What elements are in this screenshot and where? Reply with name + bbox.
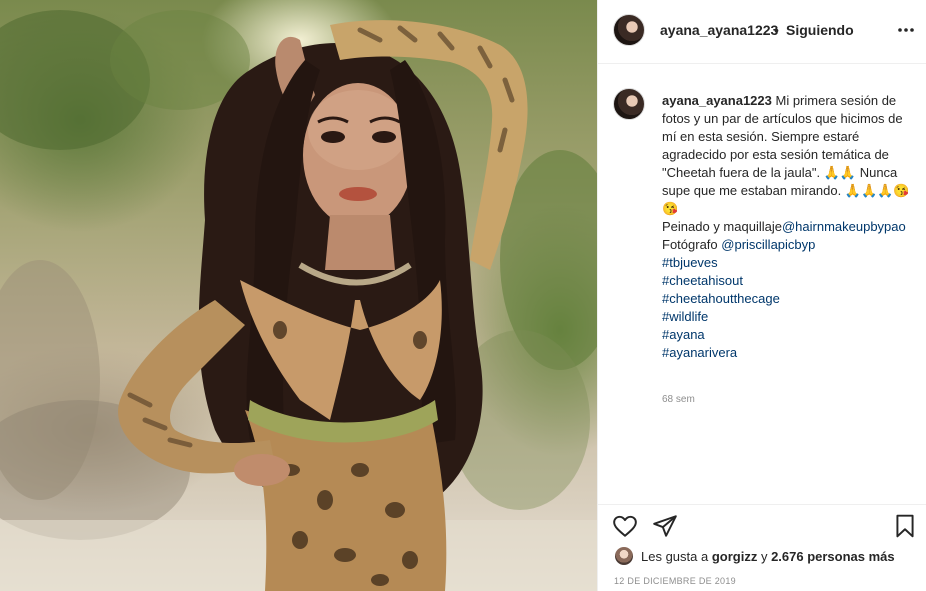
post-date[interactable]: 12 DE DICIEMBRE DE 2019 (614, 576, 736, 586)
hashtag-link[interactable]: #tbjueves (662, 254, 912, 272)
post-photo-illustration (0, 10, 597, 591)
comments-area: ayana_ayana1223 Mi primera sesión de fot… (598, 64, 926, 504)
likes-text: Les gusta a gorgizz y 2.676 personas más (641, 549, 895, 564)
likes-middle: y (757, 549, 772, 564)
likes-count[interactable]: 2.676 personas más (771, 549, 895, 564)
likes-row: Les gusta a gorgizz y 2.676 personas más (598, 544, 926, 570)
post-details-panel: ayana_ayana1223 • Siguiendo ayana_ayana1… (597, 0, 926, 591)
credit-hair-link[interactable]: @hairnmakeupbypao (782, 219, 906, 234)
hashtag-link[interactable]: #wildlife (662, 308, 912, 326)
post-photo[interactable] (0, 0, 597, 591)
header-separator: • (774, 22, 779, 38)
bookmark-icon[interactable] (892, 513, 918, 539)
post-header: ayana_ayana1223 • Siguiendo (598, 0, 926, 64)
liker-avatar[interactable] (615, 547, 633, 565)
heart-icon[interactable] (612, 513, 638, 539)
caption-time-ago[interactable]: 68 sem (662, 394, 695, 405)
action-bar (598, 504, 926, 544)
hashtag-link[interactable]: #ayanarivera (662, 344, 912, 362)
credit-photo-label: Fotógrafo (662, 237, 722, 252)
hashtag-link[interactable]: #cheetahisout (662, 272, 912, 290)
caption-username[interactable]: ayana_ayana1223 (662, 93, 772, 108)
caption-text: Mi primera sesión de fotos y un par de a… (662, 93, 910, 216)
paper-plane-icon[interactable] (652, 513, 678, 539)
avatar[interactable] (613, 14, 645, 46)
header-username[interactable]: ayana_ayana1223 (660, 22, 778, 38)
caption-avatar[interactable] (613, 88, 645, 120)
hashtag-link[interactable]: #ayana (662, 326, 912, 344)
credit-photo-link[interactable]: @priscillapicbyp (721, 237, 815, 252)
caption: ayana_ayana1223 Mi primera sesión de fot… (662, 92, 912, 362)
following-button[interactable]: Siguiendo (786, 22, 854, 38)
liker-username[interactable]: gorgizz (712, 549, 758, 564)
hashtag-link[interactable]: #cheetahoutthecage (662, 290, 912, 308)
more-options-icon[interactable] (896, 20, 916, 40)
likes-prefix: Les gusta a (641, 549, 712, 564)
credit-hair-label: Peinado y maquillaje (662, 219, 782, 234)
